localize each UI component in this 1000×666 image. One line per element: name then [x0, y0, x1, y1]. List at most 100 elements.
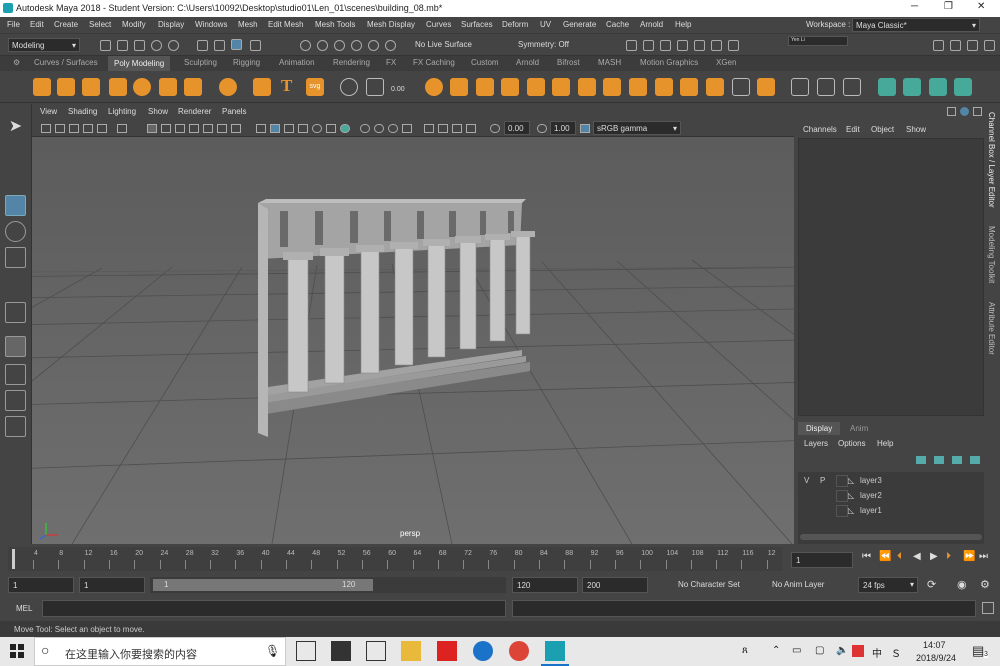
- snap-view-icon[interactable]: [351, 40, 362, 51]
- viewport-menu-show[interactable]: Show: [148, 107, 168, 116]
- camera-attr-icon[interactable]: [55, 124, 65, 133]
- layer-name[interactable]: layer3: [860, 476, 882, 485]
- channels-menu-edit[interactable]: Edit: [846, 125, 860, 134]
- anti-aliasing-icon[interactable]: [374, 124, 384, 133]
- layer-name[interactable]: layer2: [860, 491, 882, 500]
- camera-icon[interactable]: [41, 124, 51, 133]
- viewport-menu-shading[interactable]: Shading: [68, 107, 97, 116]
- uv-unfold-icon[interactable]: [929, 78, 947, 96]
- layer-row[interactable]: V P ◺ layer3: [798, 474, 984, 488]
- ambient-occlusion-icon[interactable]: [340, 124, 350, 133]
- scene-canvas[interactable]: [32, 137, 794, 544]
- hypershade-icon[interactable]: [694, 40, 705, 51]
- uv-layout-icon[interactable]: [954, 78, 972, 96]
- playback-end-field[interactable]: 120: [512, 577, 578, 593]
- snap-surface-icon[interactable]: [368, 40, 379, 51]
- range-track[interactable]: 1 120: [150, 577, 506, 593]
- current-frame-field[interactable]: 1: [791, 552, 853, 568]
- tab-xgen[interactable]: XGen: [716, 58, 736, 67]
- move-layer-down-icon[interactable]: [970, 456, 980, 464]
- grease-pencil-icon[interactable]: [117, 124, 127, 133]
- playback-start-field[interactable]: 1: [79, 577, 145, 593]
- time-slider[interactable]: 4 8 12 16 20 24 28 32 36 40 44 48 52 56 60 64 68 72 76 80 84…: [0, 545, 1000, 573]
- lasso-tool-icon[interactable]: [5, 144, 26, 165]
- windows-start-icon[interactable]: [10, 644, 24, 658]
- safe-title-icon[interactable]: [231, 124, 241, 133]
- snap-grid-icon[interactable]: [300, 40, 311, 51]
- safe-action-icon[interactable]: [217, 124, 227, 133]
- modeling-toolkit-icon[interactable]: [933, 40, 944, 51]
- menu-edit[interactable]: Edit: [30, 20, 44, 29]
- bridge-icon[interactable]: [450, 78, 468, 96]
- move-tool-icon[interactable]: [5, 195, 26, 216]
- poly-plane-icon[interactable]: [159, 78, 177, 96]
- store-icon[interactable]: [366, 641, 386, 661]
- anim-layer-select[interactable]: No Anim Layer: [768, 577, 848, 593]
- layer-name[interactable]: layer1: [860, 506, 882, 515]
- gate-mask-icon[interactable]: [189, 124, 199, 133]
- image-plane-icon[interactable]: [83, 124, 93, 133]
- sogou-s-icon[interactable]: Ｓ: [891, 645, 901, 660]
- channel-box-icon[interactable]: [984, 40, 995, 51]
- layer-color-swatch[interactable]: [836, 490, 848, 502]
- motion-blur-icon[interactable]: [360, 124, 370, 133]
- user-account-button[interactable]: Yen Li: [788, 36, 848, 46]
- tab-modeling-toolkit[interactable]: Modeling Toolkit: [987, 226, 996, 283]
- menu-windows[interactable]: Windows: [195, 20, 227, 29]
- anim-prefs-icon[interactable]: ⚙: [980, 578, 990, 591]
- depth-of-field-icon[interactable]: [388, 124, 398, 133]
- detach-icon[interactable]: [680, 78, 698, 96]
- poly-cylinder-icon[interactable]: [82, 78, 100, 96]
- close-icon[interactable]: ✕: [977, 1, 985, 12]
- layout-two-icon[interactable]: [5, 364, 26, 385]
- uv-planar-icon[interactable]: [903, 78, 921, 96]
- textured-icon[interactable]: [298, 124, 308, 133]
- open-scene-icon[interactable]: [117, 40, 128, 51]
- layers-menu-layers[interactable]: Layers: [804, 439, 828, 448]
- current-time-marker[interactable]: [12, 549, 15, 569]
- menu-mesh-tools[interactable]: Mesh Tools: [315, 20, 355, 29]
- range-bar[interactable]: [153, 579, 373, 591]
- svg-icon[interactable]: svg: [306, 78, 324, 96]
- outliner-icon[interactable]: [5, 416, 26, 437]
- network-icon[interactable]: ▢: [815, 645, 824, 656]
- poly-cube-icon[interactable]: [57, 78, 75, 96]
- gamma-field[interactable]: 1.00: [550, 121, 576, 135]
- gamma-icon[interactable]: [537, 124, 547, 133]
- merge-center-icon[interactable]: [578, 78, 596, 96]
- xray-active-icon[interactable]: [452, 124, 462, 133]
- menu-mesh-display[interactable]: Mesh Display: [367, 20, 415, 29]
- lights-icon[interactable]: [312, 124, 322, 133]
- tab-fx[interactable]: FX: [386, 58, 396, 67]
- viewport-menu-renderer[interactable]: Renderer: [178, 107, 211, 116]
- scale-tool-icon[interactable]: [5, 247, 26, 268]
- target-weld-icon[interactable]: [817, 78, 835, 96]
- multi-cut-icon[interactable]: [791, 78, 809, 96]
- taskbar-search[interactable]: ○ 在这里输入你要搜索的内容 🎙: [34, 637, 286, 666]
- microphone-icon[interactable]: 🎙: [265, 644, 280, 658]
- tab-rendering[interactable]: Rendering: [333, 58, 370, 67]
- live-surface-field[interactable]: No Live Surface: [412, 38, 498, 52]
- poly-cone-icon[interactable]: [109, 78, 127, 96]
- append-icon[interactable]: [501, 78, 519, 96]
- grid-toggle-icon[interactable]: [147, 124, 157, 133]
- layer-row[interactable]: ◺ layer2: [798, 489, 984, 503]
- pause-icon[interactable]: [728, 40, 739, 51]
- menu-arnold[interactable]: Arnold: [640, 20, 663, 29]
- people-icon[interactable]: ጸ: [742, 645, 748, 656]
- layers-menu-options[interactable]: Options: [838, 439, 866, 448]
- step-forward-key-icon[interactable]: ⏵: [946, 551, 951, 562]
- tab-bifrost[interactable]: Bifrost: [557, 58, 580, 67]
- go-to-end-icon[interactable]: ⏭: [979, 551, 988, 562]
- layer-scrollbar[interactable]: [800, 534, 982, 540]
- poly-disc-icon[interactable]: [184, 78, 202, 96]
- tab-mash[interactable]: MASH: [598, 58, 621, 67]
- menu-modify[interactable]: Modify: [122, 20, 146, 29]
- render-settings-icon[interactable]: [677, 40, 688, 51]
- minimize-icon[interactable]: ─: [911, 1, 918, 12]
- bevel-icon[interactable]: [476, 78, 494, 96]
- layer-color-swatch[interactable]: [836, 505, 848, 517]
- tab-animation[interactable]: Animation: [279, 58, 315, 67]
- attribute-toggle-icon[interactable]: [960, 107, 969, 116]
- mel-label[interactable]: MEL: [16, 604, 32, 613]
